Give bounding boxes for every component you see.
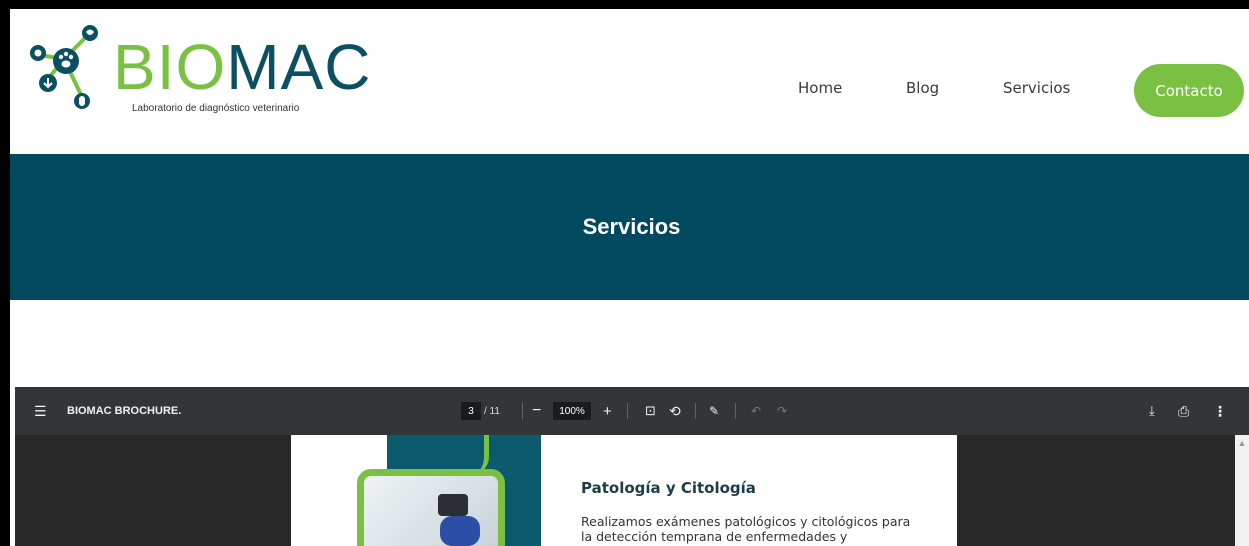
zoom-in-button[interactable]: + bbox=[603, 387, 612, 435]
pdf-page: Patología y Citología Realizamos exámene… bbox=[291, 435, 957, 546]
zoom-out-button[interactable]: − bbox=[532, 387, 541, 435]
redo-icon[interactable]: ↷ bbox=[777, 387, 787, 435]
page-title: Servicios bbox=[582, 214, 681, 239]
zoom-level-input[interactable]: 100% bbox=[553, 402, 591, 420]
nav-blog[interactable]: Blog bbox=[906, 79, 939, 97]
window-frame-left bbox=[0, 0, 10, 546]
page-total: / 11 bbox=[484, 405, 500, 417]
menu-icon[interactable]: ☰ bbox=[34, 387, 48, 435]
microscope-body bbox=[438, 494, 468, 516]
scroll-up-arrow-icon[interactable]: ▲ bbox=[1237, 438, 1247, 448]
nav-servicios[interactable]: Servicios bbox=[1003, 79, 1070, 97]
section-body: Realizamos exámenes patológicos y citoló… bbox=[581, 514, 911, 546]
toolbar-divider bbox=[627, 403, 628, 419]
services-banner: Servicios bbox=[10, 154, 1249, 300]
logo-bio: BIO bbox=[113, 31, 227, 103]
window-frame-top bbox=[0, 0, 1249, 9]
undo-icon[interactable]: ↶ bbox=[751, 387, 761, 435]
page-number-input[interactable]: 3 bbox=[461, 402, 481, 420]
toolbar-divider bbox=[522, 403, 523, 419]
pdf-viewer: ☰ BIOMAC BROCHURE. 3 / 11 − 100% + ⊡ ⟲ ✎… bbox=[15, 387, 1249, 546]
rotate-icon[interactable]: ⟲ bbox=[669, 387, 681, 435]
section-heading: Patología y Citología bbox=[581, 479, 756, 497]
annotate-icon[interactable]: ✎ bbox=[709, 387, 719, 435]
logo-mac: MAC bbox=[226, 31, 372, 103]
document-title: BIOMAC BROCHURE. bbox=[67, 405, 182, 417]
download-icon[interactable]: ⤓ bbox=[1149, 387, 1155, 435]
molecule-logo-icon bbox=[30, 25, 98, 109]
pdf-toolbar: ☰ BIOMAC BROCHURE. 3 / 11 − 100% + ⊡ ⟲ ✎… bbox=[15, 387, 1249, 435]
biomac-logo[interactable]: BIOMAC Laboratorio de diagnóstico veteri… bbox=[20, 17, 370, 117]
gloved-hand bbox=[440, 516, 480, 546]
more-options-icon[interactable]: ⋮ bbox=[1213, 387, 1227, 435]
print-icon[interactable]: ⎙ bbox=[1178, 387, 1189, 435]
nav-home[interactable]: Home bbox=[798, 79, 842, 97]
fit-page-icon[interactable]: ⊡ bbox=[645, 387, 656, 435]
scrollbar[interactable] bbox=[1235, 435, 1249, 546]
contact-button[interactable]: Contacto bbox=[1134, 64, 1244, 117]
microscope-image bbox=[357, 469, 505, 546]
logo-tagline: Laboratorio de diagnóstico veterinario bbox=[132, 103, 300, 114]
logo-wordmark: BIOMAC bbox=[113, 35, 371, 99]
site-header: BIOMAC Laboratorio de diagnóstico veteri… bbox=[10, 9, 1249, 154]
toolbar-divider bbox=[695, 403, 696, 419]
toolbar-divider bbox=[735, 403, 736, 419]
